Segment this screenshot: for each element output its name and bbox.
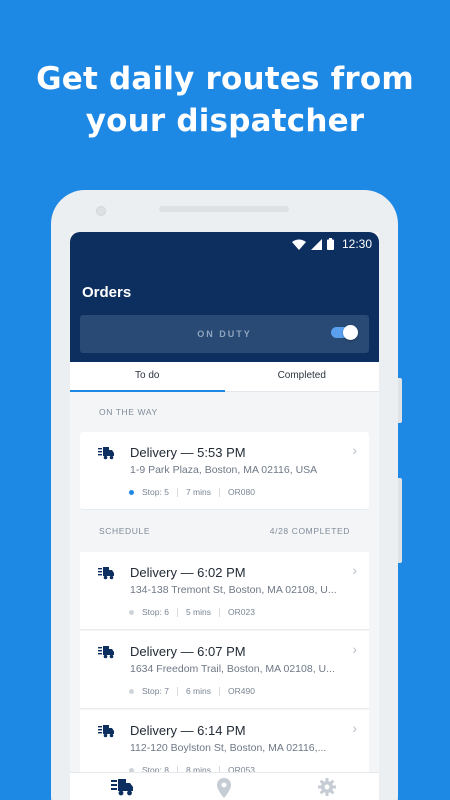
schedule-progress: 4/28 COMPLETED (269, 526, 350, 536)
order-title: Delivery — 6:14 PM (130, 723, 246, 738)
wifi-icon (291, 239, 306, 250)
delivery-truck-icon (98, 646, 114, 659)
section-label: ON THE WAY (99, 407, 158, 417)
order-title: Delivery — 6:07 PM (130, 644, 246, 659)
phone-side-button (398, 478, 402, 563)
delivery-truck-icon (98, 447, 114, 460)
status-bar: 12:30 (291, 235, 372, 253)
phone-frame: 12:30 Orders ON DUTY To do Completed ON … (51, 190, 402, 800)
divider (176, 686, 178, 696)
order-title: Delivery — 5:53 PM (130, 445, 246, 460)
order-card[interactable]: Delivery — 6:02 PM 134-138 Tremont St, B… (80, 552, 369, 630)
app-bar: 12:30 Orders ON DUTY (70, 232, 379, 362)
order-stop: Stop: 5 (142, 487, 169, 497)
phone-side-button (398, 378, 402, 423)
status-dot (129, 688, 134, 694)
tab-to-do[interactable]: To do (70, 362, 225, 392)
divider (218, 487, 220, 497)
phone-screen: 12:30 Orders ON DUTY To do Completed ON … (70, 232, 379, 800)
chevron-right-icon: › (352, 641, 357, 657)
order-address: 1-9 Park Plaza, Boston, MA 02116, USA (130, 464, 318, 476)
order-id: OR080 (227, 487, 255, 497)
duty-label: ON DUTY (197, 329, 252, 339)
divider (218, 686, 220, 696)
section-header-on-the-way: ON THE WAY (70, 400, 379, 424)
tab-bar: To do Completed (70, 362, 379, 392)
delivery-truck-icon (98, 725, 114, 738)
section-label: SCHEDULE (99, 526, 151, 536)
delivery-truck-icon (98, 567, 114, 580)
chevron-right-icon: › (352, 720, 357, 736)
duty-toggle[interactable] (331, 325, 358, 340)
section-header-schedule: SCHEDULE 4/28 COMPLETED (70, 519, 379, 543)
order-title: Delivery — 6:02 PM (130, 565, 246, 580)
order-card[interactable]: Delivery — 5:53 PM 1-9 Park Plaza, Bosto… (80, 432, 369, 510)
toggle-knob (343, 325, 358, 340)
divider (218, 607, 220, 617)
headline-line-2: your dispatcher (85, 103, 365, 139)
order-duration: 6 mins (185, 686, 211, 696)
order-id: OR490 (227, 686, 255, 696)
order-duration: 5 mins (185, 607, 211, 617)
duty-status-card[interactable]: ON DUTY (80, 315, 369, 353)
headline-line-1: Get daily routes from (36, 61, 414, 97)
order-stop: Stop: 7 (142, 686, 169, 696)
bottom-nav (70, 772, 379, 800)
order-address: 134-138 Tremont St, Boston, MA 02108, U.… (130, 584, 337, 596)
headline: Get daily routes from your dispatcher (0, 58, 450, 142)
signal-icon (310, 238, 322, 250)
order-meta: Stop: 5 7 mins OR080 (129, 487, 255, 497)
settings-icon[interactable] (318, 778, 336, 796)
order-address: 112-120 Boylston St, Boston, MA 02116,..… (130, 742, 327, 754)
order-id: OR023 (227, 607, 255, 617)
order-card[interactable]: Delivery — 6:07 PM 1634 Freedom Trail, B… (80, 631, 369, 709)
page-title: Orders (82, 284, 132, 301)
map-pin-icon[interactable] (217, 778, 231, 798)
status-dot (129, 609, 134, 615)
orders-icon[interactable] (111, 778, 133, 798)
camera-icon (96, 206, 106, 216)
divider (176, 607, 178, 617)
order-duration: 7 mins (185, 487, 211, 497)
tab-completed[interactable]: Completed (225, 362, 380, 391)
chevron-right-icon: › (352, 562, 357, 578)
status-dot (129, 489, 134, 495)
order-stop: Stop: 6 (142, 607, 169, 617)
order-meta: Stop: 7 6 mins OR490 (129, 686, 255, 696)
phone-speaker (159, 206, 289, 212)
order-address: 1634 Freedom Trail, Boston, MA 02108, U.… (130, 663, 335, 675)
chevron-right-icon: › (352, 442, 357, 458)
order-meta: Stop: 6 5 mins OR023 (129, 607, 255, 617)
status-time: 12:30 (341, 237, 372, 251)
battery-icon (326, 238, 334, 250)
divider (176, 487, 178, 497)
